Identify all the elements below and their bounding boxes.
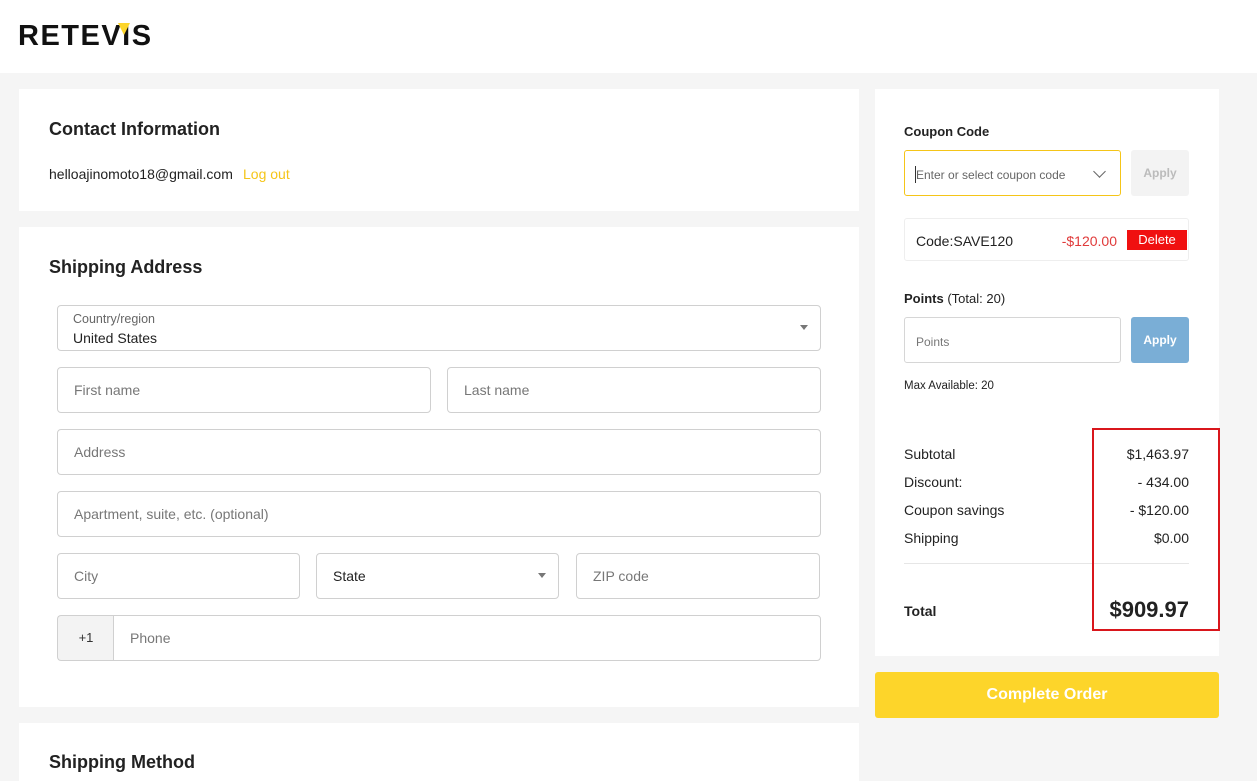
points-input[interactable]: Points	[904, 317, 1121, 363]
delete-coupon-button[interactable]: Delete	[1127, 230, 1187, 250]
applied-coupon-code: Code:SAVE120	[916, 233, 1014, 249]
address-input[interactable]: Address	[57, 429, 821, 475]
country-label: Country/region	[73, 312, 155, 326]
country-select[interactable]: Country/region United States	[57, 305, 821, 351]
coupon-placeholder: Enter or select coupon code	[916, 168, 1066, 182]
subtotal-label: Subtotal	[904, 446, 956, 462]
contact-title: Contact Information	[49, 119, 220, 139]
chevron-down-icon	[1093, 165, 1106, 178]
last-name-placeholder: Last name	[464, 382, 530, 398]
shipping-method-title: Shipping Method	[49, 752, 195, 772]
state-value: State	[333, 568, 366, 584]
discount-label: Discount:	[904, 474, 963, 490]
shipping-cost-label: Shipping	[904, 530, 959, 546]
address-placeholder: Address	[74, 444, 126, 460]
caret-down-icon	[800, 325, 808, 330]
contact-information-card: Contact Information helloajinomoto18@gma…	[19, 89, 859, 211]
points-placeholder: Points	[916, 335, 950, 349]
points-title: Points (Total: 20)	[904, 291, 1005, 306]
state-select[interactable]: State	[316, 553, 559, 599]
points-label: Points	[904, 291, 944, 306]
coupon-select[interactable]: Enter or select coupon code	[904, 150, 1121, 196]
coupon-savings-label: Coupon savings	[904, 502, 1005, 518]
totals-highlight-box	[1092, 428, 1220, 631]
total-label: Total	[904, 603, 937, 619]
logout-link[interactable]: Log out	[243, 166, 290, 182]
contact-email: helloajinomoto18@gmail.com	[49, 166, 233, 182]
points-total: (Total: 20)	[943, 291, 1006, 306]
logo-text: RETEVIS	[18, 20, 153, 50]
coupon-apply-button[interactable]: Apply	[1131, 150, 1189, 196]
zip-placeholder: ZIP code	[593, 568, 649, 584]
retevis-logo[interactable]: RETEVIS	[18, 18, 180, 50]
first-name-placeholder: First name	[74, 382, 141, 398]
apartment-input[interactable]: Apartment, suite, etc. (optional)	[57, 491, 821, 537]
points-apply-button[interactable]: Apply	[1131, 317, 1189, 363]
city-placeholder: City	[74, 568, 99, 584]
phone-placeholder: Phone	[130, 630, 171, 646]
shipping-method-card: Shipping Method	[19, 723, 859, 781]
applied-coupon-row: Code:SAVE120 -$120.00 Delete	[904, 218, 1189, 261]
zip-input[interactable]: ZIP code	[576, 553, 820, 599]
first-name-input[interactable]: First name	[57, 367, 431, 413]
shipping-title: Shipping Address	[49, 257, 203, 277]
points-max-available: Max Available: 20	[904, 380, 994, 392]
phone-input[interactable]: Phone	[113, 615, 821, 661]
country-value: United States	[73, 330, 158, 346]
apartment-placeholder: Apartment, suite, etc. (optional)	[74, 506, 269, 522]
caret-down-icon	[538, 573, 546, 578]
applied-coupon-amount: -$120.00	[1061, 233, 1117, 249]
last-name-input[interactable]: Last name	[447, 367, 821, 413]
site-header: RETEVIS	[0, 0, 1257, 73]
city-input[interactable]: City	[57, 553, 300, 599]
phone-country-code[interactable]: +1	[57, 615, 114, 661]
coupon-title: Coupon Code	[904, 124, 990, 139]
complete-order-button[interactable]: Complete Order	[875, 672, 1219, 718]
shipping-address-card: Shipping Address Country/region United S…	[19, 227, 859, 707]
